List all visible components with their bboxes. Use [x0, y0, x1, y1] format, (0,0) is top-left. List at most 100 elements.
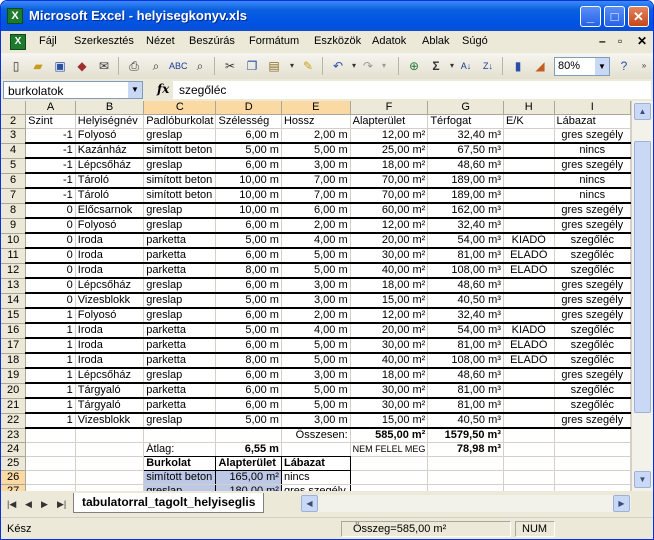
cell-b26[interactable]	[75, 470, 145, 485]
cell-i4[interactable]: nincs	[554, 143, 631, 159]
cell-g7[interactable]: 189,00 m³	[427, 188, 504, 204]
cell-h16[interactable]: KIADÓ	[503, 323, 555, 339]
cell-e6[interactable]: 7,00 m	[281, 173, 351, 189]
cell-b22[interactable]: Vizesblokk	[75, 413, 145, 429]
chevron-down-icon[interactable]: ▼	[595, 58, 609, 75]
row-header[interactable]: 13	[1, 278, 27, 294]
cell-f16[interactable]: 20,00 m²	[350, 323, 429, 339]
cell-g26[interactable]	[427, 470, 504, 485]
cell-c7[interactable]: simított beton	[143, 188, 217, 204]
print-preview-icon[interactable]: ⌕	[147, 57, 165, 75]
cell-f15[interactable]: 12,00 m²	[350, 308, 429, 324]
name-box[interactable]: burkolatok ▼	[3, 81, 143, 99]
cell-b23[interactable]	[75, 428, 145, 443]
cell-i6[interactable]: nincs	[554, 173, 631, 189]
cell-f22[interactable]: 15,00 m²	[350, 413, 429, 429]
cell-d22[interactable]: 5,00 m	[215, 413, 282, 429]
cell-g5[interactable]: 48,60 m³	[427, 158, 504, 174]
cell-h17[interactable]: ELADÓ	[503, 338, 555, 354]
cell-c9[interactable]: greslap	[143, 218, 217, 234]
zoom-select[interactable]: 80% ▼	[554, 57, 610, 76]
cell-a7[interactable]: -1	[25, 188, 76, 204]
cell-e21[interactable]: 5,00 m	[281, 398, 351, 414]
cell-c18[interactable]: parketta	[143, 353, 217, 369]
cell-c20[interactable]: parketta	[143, 383, 217, 399]
cell-g20[interactable]: 81,00 m³	[427, 383, 504, 399]
cell-c19[interactable]: greslap	[143, 368, 217, 384]
cell-b12[interactable]: Iroda	[75, 263, 145, 279]
cell-e7[interactable]: 7,00 m	[281, 188, 351, 204]
cell-a18[interactable]: 1	[25, 353, 76, 369]
close-button[interactable]: ✕	[628, 6, 649, 27]
maximize-button[interactable]: □	[604, 6, 625, 27]
cell-a4[interactable]: -1	[25, 143, 76, 159]
cell-c15[interactable]: greslap	[143, 308, 217, 324]
cell-d17[interactable]: 6,00 m	[215, 338, 282, 354]
cell-c10[interactable]: parketta	[143, 233, 217, 249]
row-header[interactable]: 26	[1, 470, 27, 485]
menu-insert[interactable]: Beszúrás	[189, 35, 235, 47]
minimize-button[interactable]: _	[580, 6, 601, 27]
cell-b7[interactable]: Tároló	[75, 188, 145, 204]
cell-c11[interactable]: parketta	[143, 248, 217, 264]
cell-c4[interactable]: simított beton	[143, 143, 217, 159]
scroll-thumb[interactable]	[634, 141, 651, 413]
cell-c2[interactable]: Padlóburkolat	[143, 114, 217, 129]
cell-d10[interactable]: 5,00 m	[215, 233, 282, 249]
menu-window[interactable]: Ablak	[422, 35, 450, 47]
menu-format[interactable]: Formátum	[249, 35, 299, 47]
cell-g22[interactable]: 40,50 m³	[427, 413, 504, 429]
cell-h14[interactable]	[503, 293, 555, 309]
workbook-close-button[interactable]: ✕	[637, 34, 647, 48]
cell-g17[interactable]: 81,00 m³	[427, 338, 504, 354]
cell-b4[interactable]: Kazánház	[75, 143, 145, 159]
cell-g3[interactable]: 32,40 m³	[427, 128, 504, 144]
cell-a15[interactable]: 1	[25, 308, 76, 324]
cell-h18[interactable]: ELADÓ	[503, 353, 555, 369]
cell-c12[interactable]: parketta	[143, 263, 217, 279]
cell-h13[interactable]	[503, 278, 555, 294]
cell-a26[interactable]	[25, 470, 76, 485]
menu-view[interactable]: Nézet	[146, 35, 175, 47]
menu-data[interactable]: Adatok	[372, 35, 406, 47]
row-header[interactable]: 15	[1, 308, 27, 324]
first-sheet-icon[interactable]: |◀	[7, 499, 16, 510]
cell-g12[interactable]: 108,00 m³	[427, 263, 504, 279]
row-header[interactable]: 6	[1, 173, 27, 189]
cell-g9[interactable]: 32,40 m³	[427, 218, 504, 234]
cell-g19[interactable]: 48,60 m³	[427, 368, 504, 384]
cell-b15[interactable]: Folyosó	[75, 308, 145, 324]
cell-i2[interactable]: Lábazat	[554, 114, 631, 129]
row-header[interactable]: 23	[1, 428, 27, 443]
cell-g16[interactable]: 54,00 m³	[427, 323, 504, 339]
cell-c26[interactable]: simított beton	[143, 470, 217, 485]
email-icon[interactable]: ✉	[95, 57, 113, 75]
cell-e3[interactable]: 2,00 m	[281, 128, 351, 144]
cell-h19[interactable]	[503, 368, 555, 384]
worksheet-grid[interactable]: ABCDEFGHI 2 Szint Helyiségnév Padlóburkolat…	[1, 101, 631, 491]
row-header[interactable]: 11	[1, 248, 27, 264]
cell-e8[interactable]: 6,00 m	[281, 203, 351, 219]
cell-g8[interactable]: 162,00 m³	[427, 203, 504, 219]
cell-a13[interactable]: 0	[25, 278, 76, 294]
cell-g2[interactable]: Térfogat	[427, 114, 504, 129]
cell-i16[interactable]: szegőléc	[554, 323, 631, 339]
cell-d8[interactable]: 10,00 m	[215, 203, 282, 219]
cell-d18[interactable]: 8,00 m	[215, 353, 282, 369]
select-all-corner[interactable]	[1, 101, 27, 115]
row-header[interactable]: 21	[1, 398, 27, 414]
cell-i23[interactable]	[554, 428, 631, 443]
row-header[interactable]: 16	[1, 323, 27, 339]
cell-e11[interactable]: 5,00 m	[281, 248, 351, 264]
cell-g11[interactable]: 81,00 m³	[427, 248, 504, 264]
cell-c23[interactable]	[143, 428, 217, 443]
cell-f25[interactable]	[350, 456, 429, 471]
scroll-down-icon[interactable]: ▼	[634, 471, 651, 488]
cell-a23[interactable]	[25, 428, 76, 443]
row-header[interactable]: 25	[1, 456, 27, 471]
cell-a14[interactable]: 0	[25, 293, 76, 309]
cell-d9[interactable]: 6,00 m	[215, 218, 282, 234]
cell-i8[interactable]: gres szegély	[554, 203, 631, 219]
cell-b10[interactable]: Iroda	[75, 233, 145, 249]
cell-i21[interactable]: szegőléc	[554, 398, 631, 414]
